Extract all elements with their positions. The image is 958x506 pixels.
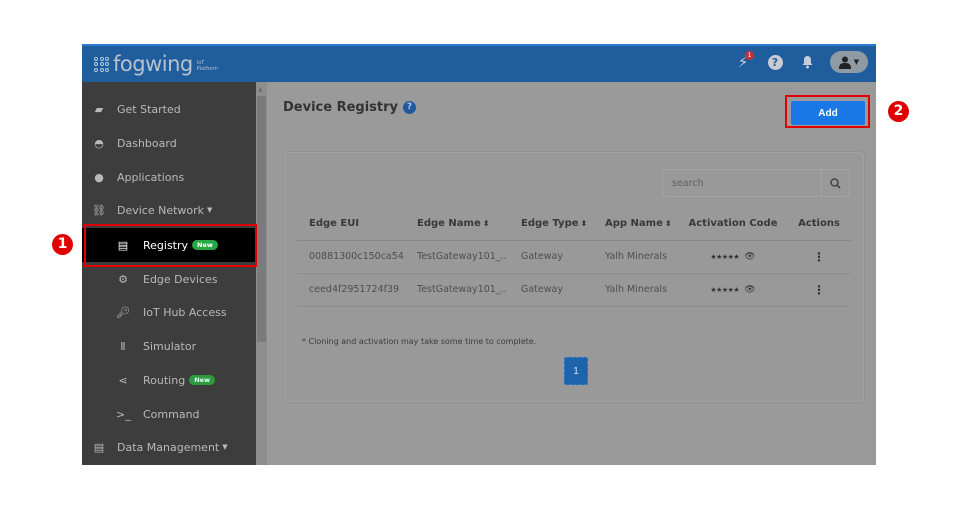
sidebar-item-label: Dashboard xyxy=(117,136,177,150)
cell-edge-type: Gateway xyxy=(509,240,593,274)
column-edge-name[interactable]: Edge Name ⬍ xyxy=(405,207,509,241)
sidebar: ▰ Get Started ◓ Dashboard ● Applications… xyxy=(82,82,256,465)
key-icon: 🔑︎ xyxy=(116,305,130,319)
user-menu-button[interactable]: ▼ xyxy=(830,51,868,73)
scrollbar-thumb[interactable] xyxy=(257,96,266,342)
sidebar-item-label: Routing xyxy=(143,373,186,387)
search-box xyxy=(662,169,850,197)
kebab-menu-icon[interactable]: ⋮ xyxy=(813,283,825,297)
cloning-note: * Cloning and activation may take some t… xyxy=(302,337,537,346)
help-button[interactable]: ? xyxy=(766,51,784,73)
step-marker-1: 1 xyxy=(52,234,73,255)
fogwing-logo[interactable]: fogwing IoT Platform xyxy=(94,52,218,76)
sidebar-item-iot-hub-access[interactable]: 🔑︎ IoT Hub Access xyxy=(82,295,256,329)
table-header-row: Edge EUI Edge Name ⬍ Edge Type ⬍ App Name ⬍… xyxy=(297,207,851,241)
sidebar-item-label: Get Started xyxy=(117,102,181,116)
user-icon xyxy=(838,56,851,69)
registry-card: Edge EUI Edge Name⬍ Edge Type⬍ App Name⬍… xyxy=(284,152,864,402)
column-activation-code: Activation Code xyxy=(679,207,787,241)
sort-icon[interactable]: ⬍ xyxy=(483,219,490,228)
sidebar-item-label: IoT Hub Access xyxy=(143,305,227,319)
column-actions: Actions xyxy=(787,207,851,241)
cell-edge-type: Gateway xyxy=(509,273,593,307)
rocket-icon: ▰ xyxy=(94,102,104,116)
caret-down-icon: ▼ xyxy=(222,443,228,451)
kebab-menu-icon[interactable]: ⋮ xyxy=(813,250,825,264)
logo-dots-icon xyxy=(94,56,109,72)
logo-text: fogwing xyxy=(113,52,193,76)
simulator-icon: Ⅱ xyxy=(120,339,126,353)
sidebar-scrollbar[interactable]: ▲ xyxy=(256,82,267,465)
caret-down-icon: ▼ xyxy=(207,206,213,214)
column-edge-eui: Edge EUI xyxy=(297,207,405,241)
top-icons: ⚡ 1 ? ▼ xyxy=(734,51,868,73)
eye-icon[interactable]: 👁︎ xyxy=(744,252,755,262)
table-row: 00881300c150ca54 TestGateway101_.. Gatew… xyxy=(297,240,851,274)
terminal-icon: >_ xyxy=(116,407,131,421)
cell-actions: ⋮ xyxy=(787,240,851,274)
search-input[interactable] xyxy=(663,177,821,189)
help-icon: ? xyxy=(767,54,783,70)
sidebar-item-label: Device Network xyxy=(117,203,205,217)
sidebar-item-dashboard[interactable]: ◓ Dashboard xyxy=(82,126,256,160)
eye-icon[interactable]: 👁︎ xyxy=(744,285,755,295)
apps-icon: ● xyxy=(94,170,104,184)
sidebar-item-label: Data Management xyxy=(117,440,220,454)
sidebar-item-routing[interactable]: ⋖ Routing New xyxy=(82,363,256,397)
sidebar-item-device-network[interactable]: ⛓ Device Network ▼ xyxy=(82,193,256,227)
page-title: Device Registry ? xyxy=(283,100,417,115)
step-marker-2: 2 xyxy=(888,101,909,122)
sidebar-item-label: Simulator xyxy=(143,339,197,353)
database-icon: ▤ xyxy=(93,440,105,454)
new-badge: New xyxy=(189,375,216,385)
sidebar-item-label: Command xyxy=(143,407,200,421)
search-icon[interactable] xyxy=(821,170,849,196)
sidebar-item-applications[interactable]: ● Applications xyxy=(82,160,256,194)
pagination-page-1[interactable]: 1 xyxy=(564,357,588,385)
network-icon: ⛓ xyxy=(92,203,106,217)
gauge-icon: ◓ xyxy=(94,136,104,150)
sidebar-item-get-started[interactable]: ▰ Get Started xyxy=(82,92,256,126)
logo-subtitle: IoT Platform xyxy=(196,60,218,72)
cell-actions: ⋮ xyxy=(787,273,851,307)
cell-edge-eui: 00881300c150ca54 xyxy=(297,240,405,274)
cell-edge-name: TestGateway101_.. xyxy=(405,240,509,274)
highlight-box-add xyxy=(785,95,870,128)
help-icon[interactable]: ? xyxy=(403,101,417,114)
top-navbar: fogwing IoT Platform ⚡ 1 ? ▼ xyxy=(82,44,876,82)
registry-table: Edge EUI Edge Name ⬍ Edge Type ⬍ App Name ⬍… xyxy=(297,207,851,307)
cell-edge-eui: ceed4f2951724f39 xyxy=(297,273,405,307)
sort-icon[interactable]: ⬍ xyxy=(581,219,588,228)
sidebar-item-label: Applications xyxy=(117,170,185,184)
cell-app-name: Yalh Minerals xyxy=(593,273,679,307)
table-row: ceed4f2951724f39 TestGateway101_.. Gatew… xyxy=(297,273,851,307)
alerts-button[interactable]: ⚡ 1 xyxy=(734,51,754,73)
cell-edge-name: TestGateway101_.. xyxy=(405,273,509,307)
sidebar-item-command[interactable]: >_ Command xyxy=(82,397,256,431)
share-icon: ⋖ xyxy=(118,373,128,387)
sidebar-item-simulator[interactable]: Ⅱ Simulator xyxy=(82,329,256,363)
scroll-up-icon[interactable]: ▲ xyxy=(258,86,263,93)
highlight-box-registry xyxy=(84,224,257,267)
masked-code: ★★★★★ xyxy=(710,253,740,261)
sidebar-item-data-management[interactable]: ▤ Data Management ▼ xyxy=(82,430,256,464)
sidebar-item-edge-devices[interactable]: ⚙ Edge Devices xyxy=(82,262,256,296)
sidebar-item-label: Edge Devices xyxy=(143,272,218,286)
cell-activation-code: ★★★★★ 👁︎ xyxy=(679,240,787,274)
main-content: Device Registry ? Add Edge EUI Edge Name… xyxy=(267,82,876,465)
column-app-name[interactable]: App Name ⬍ xyxy=(593,207,679,241)
cell-app-name: Yalh Minerals xyxy=(593,240,679,274)
notifications-button[interactable] xyxy=(798,51,816,73)
bell-icon xyxy=(802,56,812,69)
column-edge-type[interactable]: Edge Type ⬍ xyxy=(509,207,593,241)
chevron-down-icon: ▼ xyxy=(853,58,860,66)
cell-activation-code: ★★★★★ 👁︎ xyxy=(679,273,787,307)
masked-code: ★★★★★ xyxy=(710,286,740,294)
sort-icon[interactable]: ⬍ xyxy=(665,219,672,228)
notification-badge: 1 xyxy=(745,51,754,60)
cogs-icon: ⚙ xyxy=(118,272,128,286)
